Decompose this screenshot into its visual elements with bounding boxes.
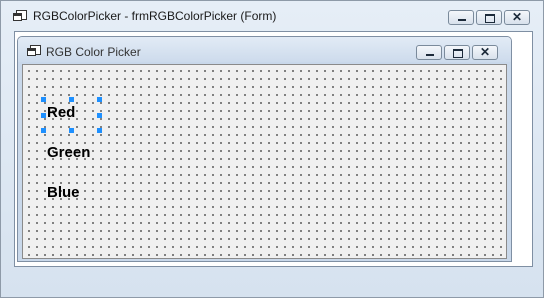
minimize-icon [417, 46, 441, 59]
form-minimize-button[interactable] [416, 45, 442, 60]
form-title: RGB Color Picker [46, 45, 141, 59]
selection-handle-right[interactable] [97, 113, 102, 118]
form-window[interactable]: RGB Color Picker ✕ [17, 36, 512, 262]
designer-title: RGBColorPicker - frmRGBColorPicker (Form… [33, 9, 277, 23]
selection-handle-bottom-left[interactable] [41, 128, 46, 133]
form-window-icon [13, 10, 27, 22]
label-blue[interactable]: Blue [47, 184, 80, 201]
selection-handle-top-left[interactable] [41, 97, 46, 102]
selection-handle-left[interactable] [41, 113, 46, 118]
form-close-button[interactable]: ✕ [472, 45, 498, 60]
selection-handle-bottom[interactable] [69, 128, 74, 133]
selection-handle-top[interactable] [69, 97, 74, 102]
selection-handle-top-right[interactable] [97, 97, 102, 102]
selection-handle-bottom-right[interactable] [97, 128, 102, 133]
designer-minimize-button[interactable] [448, 10, 474, 25]
close-icon: ✕ [479, 45, 491, 59]
maximize-icon [477, 11, 501, 24]
designer-close-button[interactable]: ✕ [504, 10, 530, 25]
form-maximize-button[interactable] [444, 45, 470, 60]
maximize-icon [445, 46, 469, 59]
designer-maximize-button[interactable] [476, 10, 502, 25]
designer-title-bar[interactable]: RGBColorPicker - frmRGBColorPicker (Form… [1, 1, 543, 31]
form-title-bar[interactable]: RGB Color Picker ✕ [18, 37, 511, 62]
label-red[interactable]: Red [47, 104, 75, 121]
form-design-surface[interactable] [22, 64, 507, 259]
close-icon: ✕ [511, 10, 523, 24]
minimize-icon [449, 11, 473, 24]
label-green[interactable]: Green [47, 144, 90, 161]
form-icon [27, 45, 41, 57]
